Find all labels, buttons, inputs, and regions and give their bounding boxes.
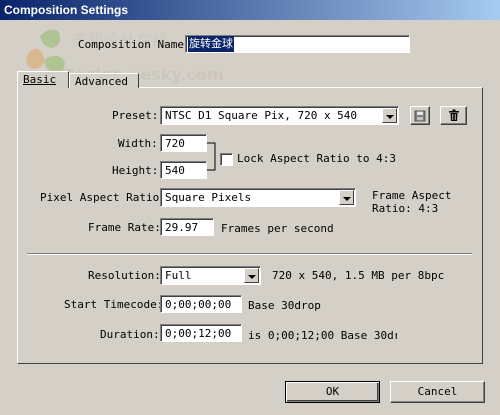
delete-preset-button[interactable] <box>440 106 467 125</box>
frame-rate-unit: Frames per second <box>221 222 334 235</box>
section-divider <box>27 253 472 255</box>
lock-aspect-label: Lock Aspect Ratio to 4:3 <box>237 152 396 165</box>
height-label: Height: <box>112 164 159 177</box>
save-preset-button[interactable] <box>410 106 430 125</box>
frame-aspect-value: Ratio: 4:3 <box>372 202 439 215</box>
duration-input[interactable]: 0;00;12;00 <box>160 324 242 342</box>
ok-button[interactable]: OK <box>285 381 380 403</box>
trash-icon <box>448 109 459 121</box>
composition-name-label: Composition Name: <box>78 38 191 51</box>
start-timecode-input[interactable]: 0;00;00;00 <box>160 295 242 313</box>
preset-label: Preset: <box>112 109 159 122</box>
lock-aspect-checkbox[interactable] <box>220 153 233 166</box>
cancel-button[interactable]: Cancel <box>390 381 485 403</box>
pixel-aspect-select[interactable]: Square Pixels <box>160 188 356 207</box>
start-timecode-base: Base 30drop <box>248 299 321 312</box>
composition-name-input[interactable]: 旋转金球 <box>185 35 410 53</box>
duration-info: is 0;00;12;00 Base 30drc <box>248 329 397 342</box>
chevron-down-icon <box>382 108 397 123</box>
resolution-label: Resolution: <box>88 269 161 282</box>
composition-settings-dialog: Composition Settings 天极设计在线 Design.yesky… <box>0 0 500 415</box>
frame-rate-label: Frame Rate: <box>88 221 161 234</box>
tab-basic[interactable]: Basic <box>17 71 69 88</box>
start-timecode-label: Start Timecode: <box>64 298 164 311</box>
duration-label: Duration: <box>100 328 160 341</box>
frame-rate-input[interactable]: 29.97 <box>160 218 214 236</box>
width-input[interactable]: 720 <box>160 134 207 152</box>
height-input[interactable]: 540 <box>160 161 207 179</box>
floppy-disk-icon <box>414 110 426 122</box>
resolution-info: 720 x 540, 1.5 MB per 8bpc <box>272 269 445 282</box>
chevron-down-icon <box>339 190 354 205</box>
chevron-down-icon <box>244 268 259 283</box>
link-bracket-icon <box>207 142 216 171</box>
width-label: Width: <box>118 137 158 150</box>
tab-advanced[interactable]: Advanced <box>69 73 139 88</box>
composition-name-value: 旋转金球 <box>188 36 234 52</box>
preset-select[interactable]: NTSC D1 Square Pix, 720 x 540 <box>160 106 399 125</box>
frame-aspect-label: Frame Aspect <box>372 189 452 202</box>
resolution-select[interactable]: Full <box>160 266 261 285</box>
pixel-aspect-label: Pixel Aspect Ratio: <box>40 191 166 204</box>
title-bar: Composition Settings <box>0 0 500 20</box>
